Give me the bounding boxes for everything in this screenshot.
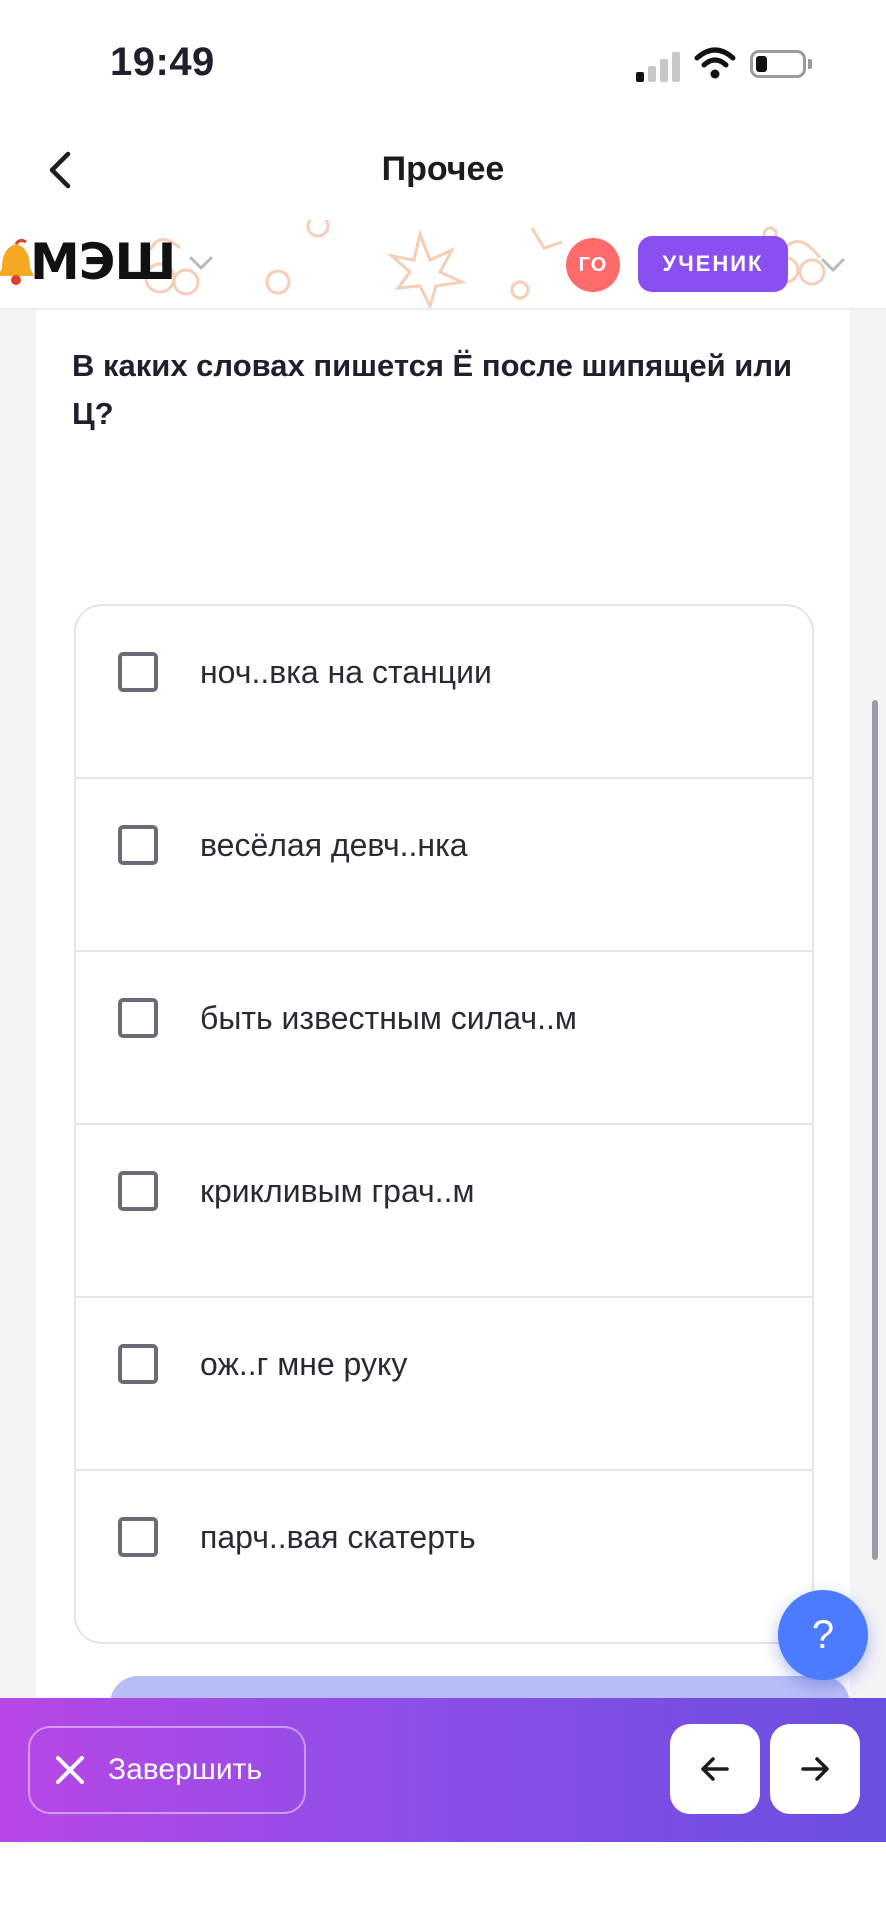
status-bar: 19:49 [0,0,886,120]
arrow-right-icon [801,1757,829,1781]
battery-icon [750,50,806,78]
answer-option[interactable]: ож..г мне руку [76,1296,812,1469]
option-label: ноч..вка на станции [200,654,492,690]
avatar[interactable]: ГО [566,238,620,292]
finish-label: Завершить [108,1753,262,1786]
chevron-down-icon[interactable] [186,248,216,278]
role-badge[interactable]: УЧЕНИК [638,236,788,292]
checkbox[interactable] [118,1344,158,1384]
answer-option[interactable]: крикливым грач..м [76,1123,812,1296]
app-header: МЭШ ГО УЧЕНИК [0,220,886,310]
question-card: В каких словах пишется Ё после шипящей и… [36,310,850,1700]
bottom-bar: Завершить [0,1698,886,1842]
answer-option[interactable]: ноч..вка на станции [76,606,812,777]
home-indicator-area [0,1842,886,1920]
option-label: ож..г мне руку [200,1346,408,1382]
wifi-icon [694,47,736,79]
option-label: парч..вая скатерть [200,1519,476,1555]
answer-option[interactable]: весёлая девч..нка [76,777,812,950]
help-button[interactable]: ? [778,1590,868,1680]
checkbox[interactable] [118,825,158,865]
prev-button[interactable] [670,1724,760,1814]
chevron-down-icon[interactable] [818,250,848,280]
answer-button-partial[interactable] [110,1676,850,1700]
option-label: быть известным силач..м [200,1000,577,1036]
status-time: 19:49 [110,40,215,84]
bell-icon [0,238,34,285]
option-label: крикливым грач..м [200,1173,475,1209]
checkbox[interactable] [118,1517,158,1557]
signal-icon [636,48,680,82]
arrow-left-icon [701,1757,729,1781]
checkbox[interactable] [118,1171,158,1211]
content-area[interactable]: В каких словах пишется Ё после шипящей и… [0,310,886,1700]
question-text: В каких словах пишется Ё после шипящей и… [72,348,793,431]
option-label: весёлая девч..нка [200,827,468,863]
answer-option[interactable]: быть известным силач..м [76,950,812,1123]
checkbox[interactable] [118,998,158,1038]
nav-header: Прочее [0,120,886,220]
answer-option[interactable]: парч..вая скатерть [76,1469,812,1642]
mesh-logo: МЭШ [0,232,176,292]
finish-button[interactable]: Завершить [28,1726,306,1814]
close-icon [56,1756,84,1784]
next-button[interactable] [770,1724,860,1814]
logo-text: МЭШ [30,233,176,291]
battery-cap [808,59,812,69]
page-title: Прочее [381,150,505,188]
scrollbar[interactable] [872,700,878,1560]
answer-options: ноч..вка на станции весёлая девч..нка бы… [74,604,814,1644]
checkbox[interactable] [118,652,158,692]
